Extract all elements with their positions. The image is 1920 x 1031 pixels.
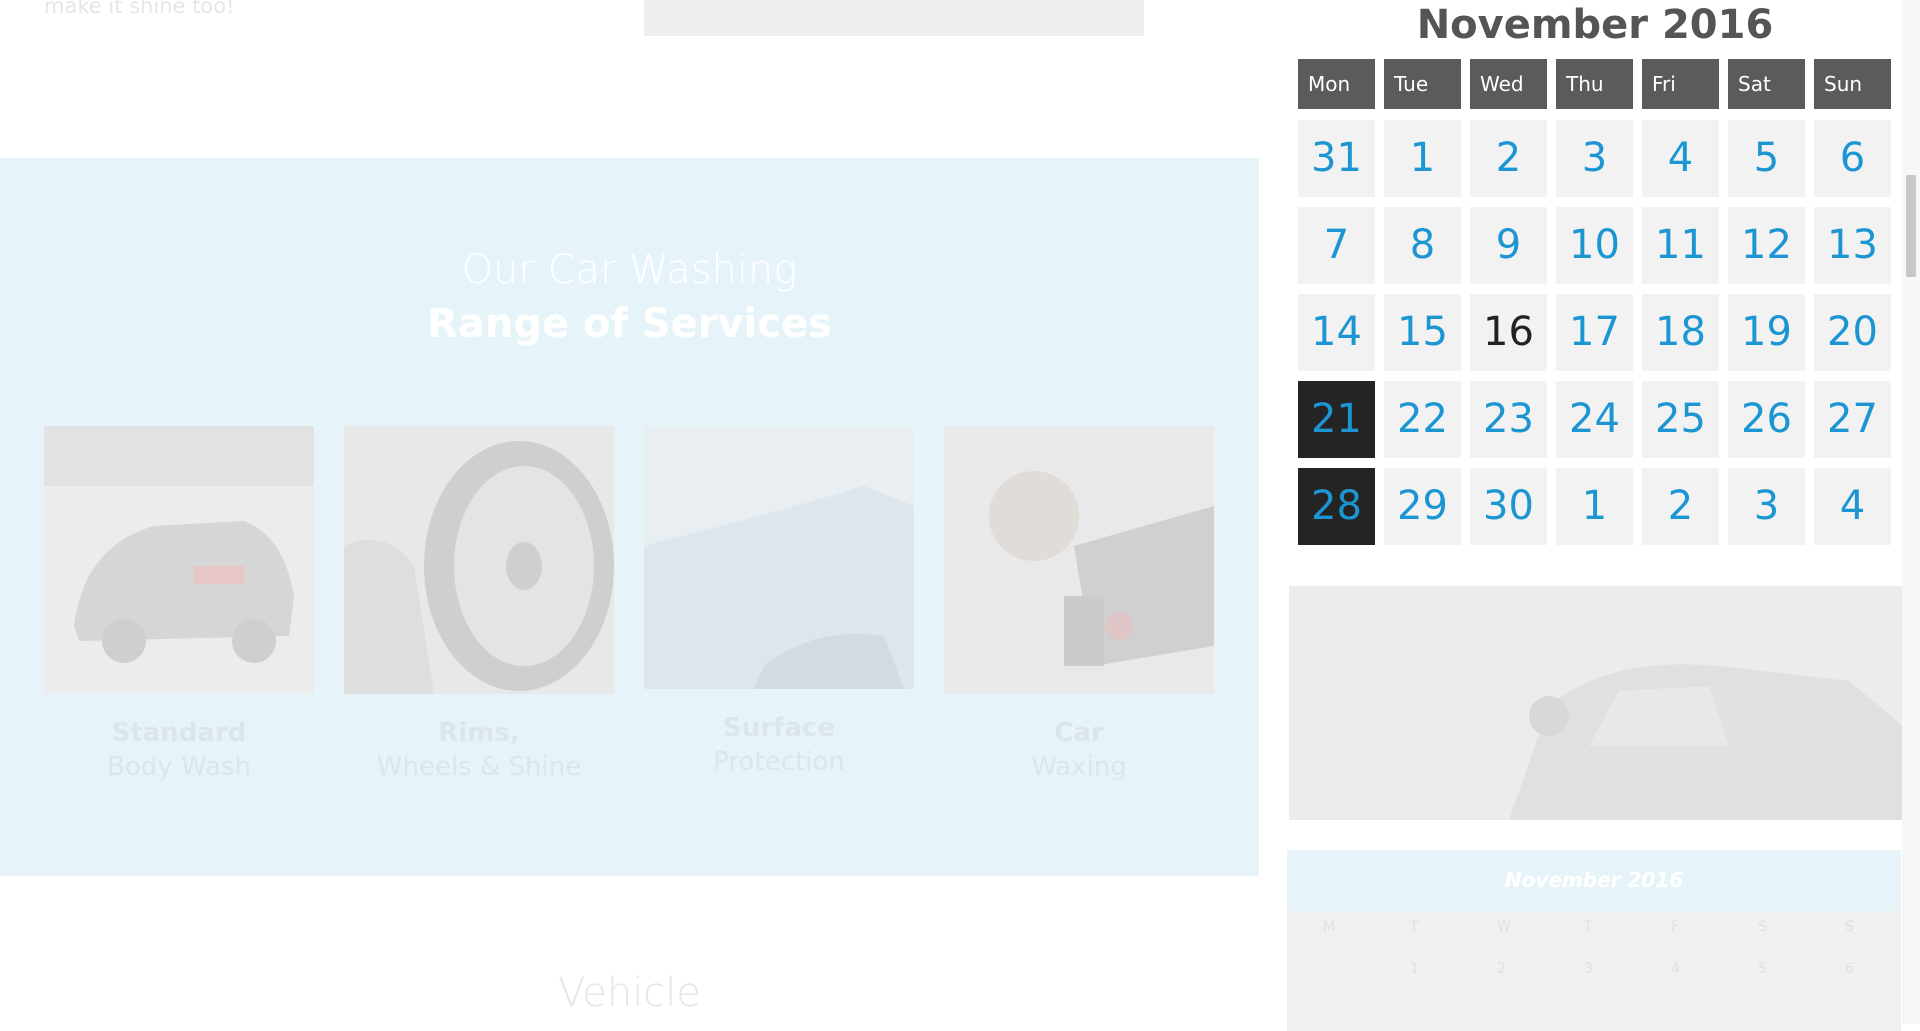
mini-day[interactable]: 5 [1758,961,1767,977]
weekday-header: Wed [1470,59,1547,109]
services-section: Our Car Washing Range of Services Standa… [0,158,1259,876]
mini-day[interactable]: 1 [1410,961,1419,977]
calendar-day[interactable]: 20 [1814,294,1891,371]
calendar-day[interactable]: 27 [1814,381,1891,458]
scrollbar-thumb[interactable] [1906,175,1916,277]
mini-calendar-title: November 2016 [1287,850,1901,911]
service-title: Surface [723,713,835,743]
surface-image [644,426,914,689]
car-rain-image [1289,586,1903,820]
scrollbar-track[interactable] [1902,0,1920,1024]
mini-day[interactable]: 2 [1497,961,1506,977]
services-heading-light: Our Car Washing [461,247,798,293]
calendar-day-selected[interactable]: 28 [1298,468,1375,545]
calendar-day[interactable]: 23 [1470,381,1547,458]
calendar-day[interactable]: 31 [1298,120,1375,197]
mini-weekday: S [1758,919,1767,935]
weekday-header: Sun [1814,59,1891,109]
mini-weekday: M [1323,919,1336,935]
weekday-header: Fri [1642,59,1719,109]
car-foam-image [44,426,314,694]
calendar-day[interactable]: 26 [1728,381,1805,458]
mini-day[interactable]: 3 [1584,961,1593,977]
calendar-day[interactable]: 25 [1642,381,1719,458]
service-title: Car [1054,718,1104,748]
calendar-day[interactable]: 8 [1384,207,1461,284]
calendar-day[interactable]: 1 [1384,120,1461,197]
mini-weekday: T [1584,919,1593,935]
calendar-day[interactable]: 3 [1728,468,1805,545]
calendar-day[interactable]: 24 [1556,381,1633,458]
calendar-day-today[interactable]: 16 [1470,294,1547,371]
mini-calendar: November 2016 M T W T F S S 1 2 3 4 5 6 [1287,850,1901,1031]
service-card-surface[interactable]: Surface Protection [644,426,914,779]
calendar-day[interactable]: 2 [1642,468,1719,545]
waxing-image [944,426,1214,694]
service-subtitle: Waxing [1031,752,1127,782]
service-subtitle: Body Wash [107,752,251,782]
service-card-standard[interactable]: Standard Body Wash [44,426,314,784]
calendar-day[interactable]: 17 [1556,294,1633,371]
calendar-day[interactable]: 4 [1642,120,1719,197]
mini-day[interactable]: 4 [1671,961,1680,977]
calendar-day-selected[interactable]: 21 [1298,381,1375,458]
calendar-day[interactable]: 13 [1814,207,1891,284]
calendar-title: November 2016 [1416,2,1774,48]
mini-weekday: S [1845,919,1854,935]
calendar-day[interactable]: 3 [1556,120,1633,197]
service-title: Standard [111,718,247,748]
calendar-day[interactable]: 29 [1384,468,1461,545]
calendar-day[interactable]: 7 [1298,207,1375,284]
weekday-header: Mon [1298,59,1375,109]
calendar-day[interactable]: 2 [1470,120,1547,197]
calendar-day[interactable]: 30 [1470,468,1547,545]
calendar-day[interactable]: 10 [1556,207,1633,284]
mini-day[interactable]: 6 [1845,961,1854,977]
service-card-rims[interactable]: Rims, Wheels & Shine [344,426,614,784]
calendar-day[interactable]: 19 [1728,294,1805,371]
weekday-header: Thu [1556,59,1633,109]
calendar-day[interactable]: 12 [1728,207,1805,284]
service-subtitle: Protection [713,747,845,777]
top-car-image [644,0,1144,36]
mini-calendar-body: M T W T F S S 1 2 3 4 5 6 [1287,911,1901,1031]
calendar-day[interactable]: 14 [1298,294,1375,371]
calendar-day[interactable]: 4 [1814,468,1891,545]
service-subtitle: Wheels & Shine [376,752,582,782]
calendar-day[interactable]: 22 [1384,381,1461,458]
calendar-day[interactable]: 6 [1814,120,1891,197]
mini-weekday: F [1671,919,1680,935]
weekday-header: Tue [1384,59,1461,109]
calendar-day[interactable]: 1 [1556,468,1633,545]
service-title: Rims, [438,718,520,748]
mini-weekday: T [1410,919,1419,935]
vehicle-heading: Vehicle [557,970,702,1016]
calendar-day[interactable]: 9 [1470,207,1547,284]
calendar-day[interactable]: 5 [1728,120,1805,197]
services-heading-bold: Range of Services [427,301,832,347]
mini-weekday: W [1497,919,1511,935]
intro-text: make it shine too! [44,0,235,18]
wheel-image [344,426,614,694]
calendar-day[interactable]: 18 [1642,294,1719,371]
service-card-waxing[interactable]: Car Waxing [944,426,1214,784]
weekday-header: Sat [1728,59,1805,109]
services-heading: Our Car Washing Range of Services [0,243,1259,351]
calendar-day[interactable]: 15 [1384,294,1461,371]
calendar-day[interactable]: 11 [1642,207,1719,284]
